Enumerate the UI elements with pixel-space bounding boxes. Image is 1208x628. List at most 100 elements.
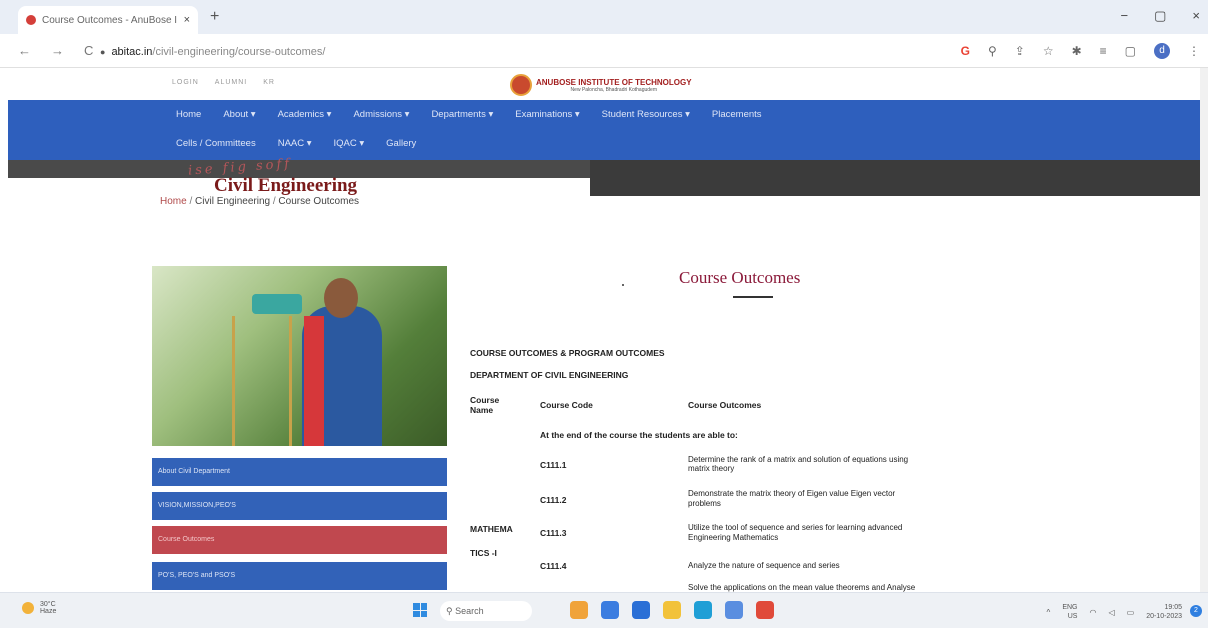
nav-naac[interactable]: NAAC ▾ bbox=[278, 138, 312, 149]
extensions-icon[interactable]: ✱ bbox=[1072, 44, 1082, 58]
page-scrollbar[interactable] bbox=[1200, 68, 1208, 592]
profile-avatar[interactable]: d bbox=[1154, 43, 1170, 59]
site-top-strip: LOGIN ALUMNI KR ANUBOSE INSTITUTE OF TEC… bbox=[0, 68, 1200, 100]
outcomes-title-line1: COURSE OUTCOMES & PROGRAM OUTCOMES bbox=[470, 348, 665, 358]
url-path: /civil-engineering/course-outcomes/ bbox=[152, 46, 326, 58]
course-outcome-text: Solve the applications on the mean value… bbox=[688, 583, 916, 592]
nav-departments[interactable]: Departments ▾ bbox=[431, 109, 493, 120]
sidebar-item-pos[interactable]: PO'S, PEO'S and PSO'S bbox=[152, 562, 447, 590]
logo-title: ANUBOSE INSTITUTE OF TECHNOLOGY bbox=[536, 77, 692, 87]
taskbar-clock[interactable]: 19:05 20-10-2023 bbox=[1146, 603, 1182, 621]
nav-admissions[interactable]: Admissions ▾ bbox=[353, 109, 409, 120]
window-controls: − ▢ × bbox=[1121, 8, 1200, 24]
course-code: C111.1 bbox=[540, 460, 567, 470]
subject-name-line1: MATHEMA bbox=[470, 524, 513, 534]
windows-taskbar: 30°C Haze ⚲ Search ^ ENG US ◠ ◁ ▭ 19:05 … bbox=[0, 592, 1208, 628]
col-header-course-outcomes: Course Outcomes bbox=[688, 400, 762, 410]
sidebar-item-about[interactable]: About Civil Department bbox=[152, 458, 447, 486]
mail-app-icon[interactable] bbox=[725, 601, 743, 619]
chat-app-icon[interactable] bbox=[601, 601, 619, 619]
address-bar[interactable]: ● abitac.in /civil-engineering/course-ou… bbox=[100, 41, 960, 63]
taskbar-apps bbox=[570, 601, 774, 619]
browser-tab[interactable]: Course Outcomes - AnuBose I × bbox=[18, 6, 198, 34]
restore-button[interactable]: ▢ bbox=[1154, 8, 1166, 24]
nav-student-resources[interactable]: Student Resources ▾ bbox=[602, 109, 690, 120]
weather-widget[interactable]: 30°C Haze bbox=[22, 601, 56, 615]
nav-cells-committees[interactable]: Cells / Committees bbox=[176, 138, 256, 149]
nav-iqac[interactable]: IQAC ▾ bbox=[334, 138, 365, 149]
back-button[interactable]: ← bbox=[18, 43, 31, 58]
col-header-course-code: Course Code bbox=[540, 400, 593, 410]
widget-app-icon[interactable] bbox=[570, 601, 588, 619]
side-panel-icon[interactable]: ▢ bbox=[1125, 44, 1136, 58]
language-indicator[interactable]: ENG US bbox=[1062, 603, 1077, 621]
course-code: C111.3 bbox=[540, 528, 567, 538]
new-tab-button[interactable]: + bbox=[210, 8, 219, 26]
share-icon[interactable]: ⇪ bbox=[1015, 44, 1025, 58]
nav-placements[interactable]: Placements bbox=[712, 109, 762, 120]
nav-home[interactable]: Home bbox=[176, 109, 201, 120]
photo-tripod bbox=[232, 316, 292, 446]
course-code: C111.2 bbox=[540, 495, 567, 505]
nav-gallery[interactable]: Gallery bbox=[386, 138, 416, 149]
page-title: Civil Engineering bbox=[214, 175, 358, 196]
breadcrumb: Home / Civil Engineering / Course Outcom… bbox=[160, 196, 359, 207]
nav-about[interactable]: About ▾ bbox=[223, 109, 255, 120]
top-link-kr[interactable]: KR bbox=[263, 79, 275, 86]
tray-overflow-icon[interactable]: ^ bbox=[1047, 608, 1051, 617]
top-link-alumni[interactable]: ALUMNI bbox=[215, 79, 247, 86]
top-link-login[interactable]: LOGIN bbox=[172, 79, 199, 86]
bookmark-star-icon[interactable]: ☆ bbox=[1043, 44, 1054, 58]
site-logo[interactable]: ANUBOSE INSTITUTE OF TECHNOLOGY New Palo… bbox=[510, 74, 692, 96]
chrome-browser-icon[interactable] bbox=[756, 601, 774, 619]
photo-scarf bbox=[304, 316, 324, 446]
breadcrumb-separator: / bbox=[186, 196, 196, 207]
url-host: abitac.in bbox=[111, 46, 153, 58]
weather-temp: 30°C bbox=[40, 601, 56, 608]
close-window-button[interactable]: × bbox=[1192, 8, 1200, 24]
nav-examinations[interactable]: Examinations ▾ bbox=[515, 109, 579, 120]
page-banner: ise fig soff bbox=[8, 156, 1200, 196]
col-header-course-name-2: Name bbox=[470, 405, 494, 415]
forward-button[interactable]: → bbox=[51, 43, 64, 58]
lock-icon: ● bbox=[100, 47, 106, 57]
breadcrumb-section[interactable]: Civil Engineering bbox=[195, 196, 270, 207]
course-outcome-text: matrix theory bbox=[688, 464, 735, 473]
minimize-button[interactable]: − bbox=[1121, 8, 1129, 24]
breadcrumb-home[interactable]: Home bbox=[160, 196, 187, 207]
zoom-icon[interactable]: ⚲ bbox=[988, 44, 997, 58]
reload-button[interactable]: C bbox=[84, 43, 93, 58]
nav-academics[interactable]: Academics ▾ bbox=[278, 109, 332, 120]
menu-kebab-icon[interactable]: ⋮ bbox=[1188, 44, 1200, 58]
institute-seal-icon bbox=[510, 74, 532, 96]
start-button[interactable] bbox=[413, 603, 427, 617]
photo-head bbox=[324, 278, 358, 318]
course-outcome-text: Demonstrate the matrix theory of Eigen v… bbox=[688, 489, 896, 498]
main-navigation: Home About ▾ Academics ▾ Admissions ▾ De… bbox=[8, 100, 1200, 160]
tab-close-icon[interactable]: × bbox=[184, 14, 190, 26]
subject-name-line2: TICS -I bbox=[470, 548, 497, 558]
course-outcome-text: Utilize the tool of sequence and series … bbox=[688, 523, 903, 532]
battery-icon[interactable]: ▭ bbox=[1127, 608, 1135, 617]
sidebar-item-vision-mission[interactable]: VISION,MISSION,PEO'S bbox=[152, 492, 447, 520]
photo-background bbox=[152, 266, 447, 446]
file-explorer-icon[interactable] bbox=[663, 601, 681, 619]
google-icon[interactable]: G bbox=[961, 44, 970, 58]
reading-list-icon[interactable]: ≡ bbox=[1100, 44, 1107, 58]
edge-browser-icon[interactable] bbox=[694, 601, 712, 619]
store-app-icon[interactable] bbox=[632, 601, 650, 619]
system-tray: ^ ENG US ◠ ◁ ▭ 19:05 20-10-2023 bbox=[1047, 603, 1182, 621]
sidebar-item-course-outcomes[interactable]: Course Outcomes bbox=[152, 526, 447, 554]
surveying-student-photo bbox=[152, 266, 447, 446]
nav-row-1: Home About ▾ Academics ▾ Admissions ▾ De… bbox=[176, 109, 784, 120]
logo-subtitle: New Paloncha, Bhadradri Kothagudem bbox=[570, 86, 657, 93]
course-outcome-text: Determine the rank of a matrix and solut… bbox=[688, 455, 909, 464]
taskbar-search[interactable]: ⚲ Search bbox=[440, 601, 532, 621]
notification-badge[interactable]: 2 bbox=[1190, 605, 1202, 617]
volume-icon[interactable]: ◁ bbox=[1108, 608, 1114, 617]
clock-time: 19:05 bbox=[1164, 604, 1182, 611]
course-outcome-text: Engineering Mathematics bbox=[688, 533, 779, 542]
course-outcome-text: Analyze the nature of sequence and serie… bbox=[688, 561, 840, 570]
web-page: LOGIN ALUMNI KR ANUBOSE INSTITUTE OF TEC… bbox=[0, 68, 1200, 592]
wifi-icon[interactable]: ◠ bbox=[1089, 608, 1096, 617]
